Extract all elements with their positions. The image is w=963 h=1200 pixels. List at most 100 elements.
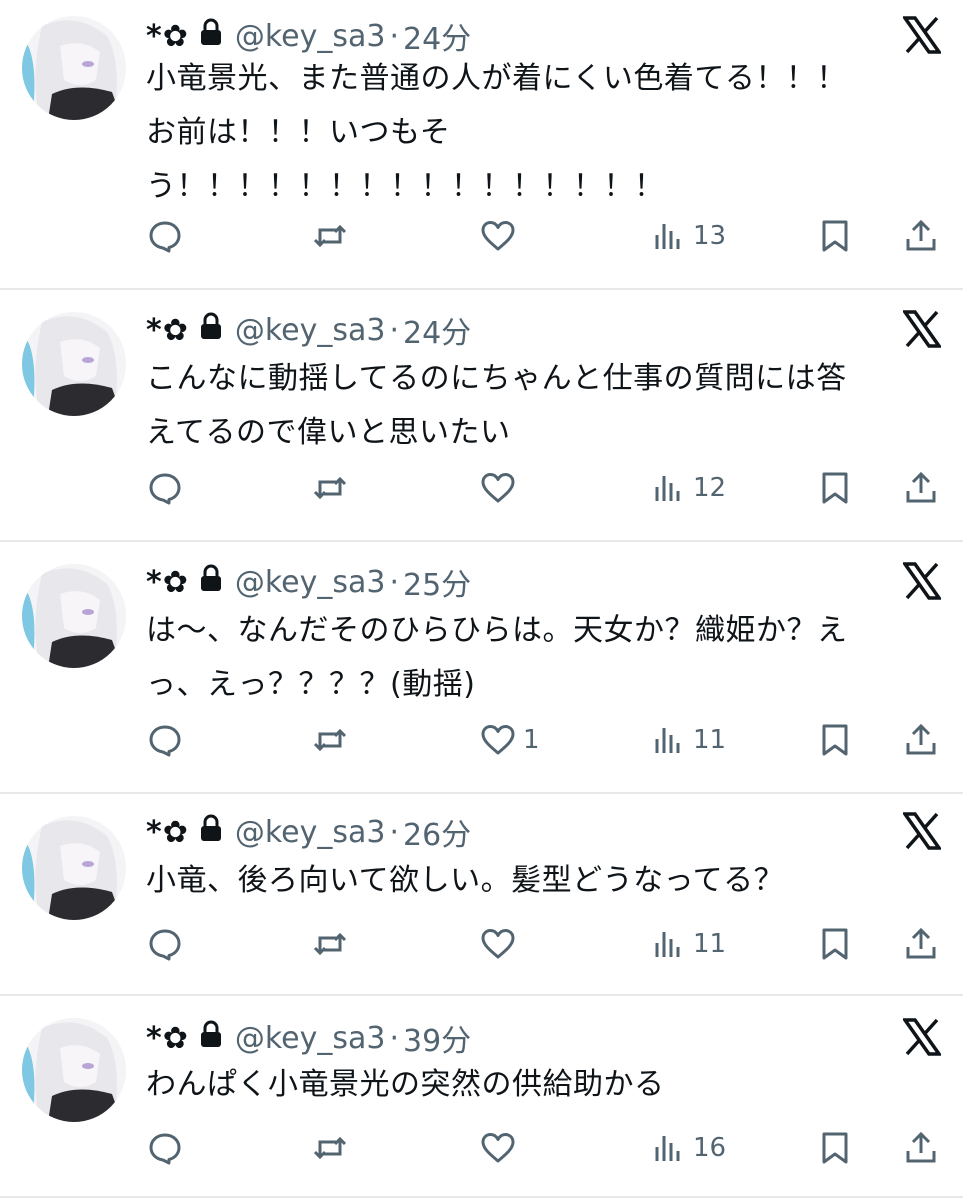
heart-icon bbox=[481, 725, 515, 755]
speech-bubble-icon bbox=[149, 929, 181, 961]
lock-icon bbox=[199, 312, 223, 348]
like-button[interactable] bbox=[479, 466, 523, 510]
avatar-image bbox=[22, 1018, 126, 1122]
heart-icon bbox=[481, 473, 515, 503]
bookmark-icon bbox=[822, 472, 848, 504]
avatar[interactable] bbox=[22, 1018, 126, 1122]
share-button[interactable] bbox=[902, 922, 940, 966]
tweet-text-line: わんぱく小竜景光の突然の供給助かる bbox=[146, 1067, 665, 1102]
views-button[interactable]: 11 bbox=[649, 718, 726, 762]
avatar[interactable] bbox=[22, 312, 126, 416]
x-logo-icon[interactable] bbox=[901, 1018, 943, 1056]
bookmark-icon bbox=[822, 220, 848, 252]
bookmark-icon bbox=[822, 928, 848, 960]
user-handle[interactable]: @key_sa3 bbox=[235, 19, 386, 54]
display-name[interactable]: *✿ bbox=[146, 19, 189, 54]
tweet-text-line: う！！！！！！！！！！！！！！！！ bbox=[146, 169, 665, 204]
speech-bubble-icon bbox=[149, 1133, 181, 1165]
tweet-text-line: 小竜、後ろ向いて欲しい。髪型どうなってる？ bbox=[146, 863, 785, 898]
like-button[interactable] bbox=[479, 214, 523, 258]
retweet-icon bbox=[313, 224, 347, 248]
speech-bubble-icon bbox=[149, 725, 181, 757]
tweet-text-line: っ、えっ？？？？(動揺) bbox=[146, 667, 476, 702]
avatar-image bbox=[22, 16, 126, 120]
tweet[interactable]: *✿ @key_sa3 · 25分 は〜、なんだそのひらひらは。天女か？織姫か？… bbox=[0, 542, 963, 794]
timestamp[interactable]: 25分 bbox=[403, 560, 471, 604]
display-name[interactable]: *✿ bbox=[146, 313, 189, 348]
retweet-button[interactable] bbox=[311, 466, 349, 510]
reply-button[interactable] bbox=[146, 466, 184, 510]
retweet-icon bbox=[313, 1136, 347, 1160]
display-name[interactable]: *✿ bbox=[146, 815, 189, 850]
views-button[interactable]: 16 bbox=[649, 1126, 726, 1170]
user-handle[interactable]: @key_sa3 bbox=[235, 815, 386, 850]
action-bar: 1 11 bbox=[146, 718, 943, 762]
lock-icon bbox=[199, 814, 223, 850]
view-count: 12 bbox=[693, 473, 727, 503]
x-logo-icon[interactable] bbox=[901, 16, 943, 54]
bar-chart-icon bbox=[655, 224, 680, 249]
user-handle[interactable]: @key_sa3 bbox=[235, 565, 386, 600]
x-logo-icon[interactable] bbox=[901, 812, 943, 850]
bookmark-button[interactable] bbox=[816, 214, 854, 258]
tweet-text: わんぱく小竜景光の突然の供給助かる bbox=[146, 1058, 936, 1112]
share-icon bbox=[906, 219, 936, 251]
timestamp[interactable]: 39分 bbox=[403, 1016, 471, 1060]
reply-button[interactable] bbox=[146, 922, 184, 966]
retweet-button[interactable] bbox=[311, 214, 349, 258]
retweet-icon bbox=[313, 476, 347, 500]
x-logo-icon[interactable] bbox=[901, 310, 943, 348]
like-button[interactable] bbox=[479, 922, 523, 966]
share-icon bbox=[906, 1131, 936, 1163]
retweet-icon bbox=[313, 728, 347, 752]
share-button[interactable] bbox=[902, 466, 940, 510]
bookmark-button[interactable] bbox=[816, 466, 854, 510]
avatar-image bbox=[22, 816, 126, 920]
like-button[interactable]: 1 bbox=[479, 718, 540, 762]
avatar[interactable] bbox=[22, 816, 126, 920]
display-name[interactable]: *✿ bbox=[146, 565, 189, 600]
tweet[interactable]: *✿ @key_sa3 · 24分 小竜景光、また普通の人が着にくい色着てる！！… bbox=[0, 0, 963, 290]
bookmark-button[interactable] bbox=[816, 1126, 854, 1170]
timestamp[interactable]: 26分 bbox=[403, 810, 471, 854]
tweet-text: 小竜景光、また普通の人が着にくい色着てる！！！ お前は！！！いつもそ う！！！！… bbox=[146, 52, 936, 214]
display-name[interactable]: *✿ bbox=[146, 1021, 189, 1056]
bookmark-button[interactable] bbox=[816, 922, 854, 966]
heart-icon bbox=[481, 1133, 515, 1163]
like-button[interactable] bbox=[479, 1126, 523, 1170]
bar-chart-icon bbox=[655, 1136, 680, 1161]
retweet-button[interactable] bbox=[311, 1126, 349, 1170]
tweet-text: 小竜、後ろ向いて欲しい。髪型どうなってる？ bbox=[146, 854, 936, 908]
view-count: 11 bbox=[693, 725, 727, 755]
separator-dot: · bbox=[389, 18, 399, 54]
timestamp[interactable]: 24分 bbox=[403, 308, 471, 352]
retweet-button[interactable] bbox=[311, 718, 349, 762]
tweet[interactable]: *✿ @key_sa3 · 24分 こんなに動揺してるのにちゃんと仕事の質問には… bbox=[0, 290, 963, 542]
view-count: 13 bbox=[693, 221, 727, 251]
avatar-image bbox=[22, 312, 126, 416]
views-button[interactable]: 11 bbox=[649, 922, 726, 966]
tweet-text-line: は〜、なんだそのひらひらは。天女か？織姫か？え bbox=[146, 613, 848, 648]
bookmark-button[interactable] bbox=[816, 718, 854, 762]
tweet-text: は〜、なんだそのひらひらは。天女か？織姫か？え っ、えっ？？？？(動揺) bbox=[146, 604, 936, 712]
retweet-button[interactable] bbox=[311, 922, 349, 966]
user-handle[interactable]: @key_sa3 bbox=[235, 313, 386, 348]
reply-button[interactable] bbox=[146, 718, 184, 762]
reply-button[interactable] bbox=[146, 214, 184, 258]
share-button[interactable] bbox=[902, 1126, 940, 1170]
views-button[interactable]: 12 bbox=[649, 466, 726, 510]
avatar-image bbox=[22, 564, 126, 668]
tweet[interactable]: *✿ @key_sa3 · 26分 小竜、後ろ向いて欲しい。髪型どうなってる？ … bbox=[0, 794, 963, 996]
avatar[interactable] bbox=[22, 564, 126, 668]
share-button[interactable] bbox=[902, 214, 940, 258]
views-button[interactable]: 13 bbox=[649, 214, 726, 258]
x-logo-icon[interactable] bbox=[901, 562, 943, 600]
avatar[interactable] bbox=[22, 16, 126, 120]
heart-icon bbox=[481, 221, 515, 251]
lock-icon bbox=[199, 1020, 223, 1056]
action-bar: 16 bbox=[146, 1126, 943, 1170]
user-handle[interactable]: @key_sa3 bbox=[235, 1021, 386, 1056]
tweet[interactable]: *✿ @key_sa3 · 39分 わんぱく小竜景光の突然の供給助かる 16 bbox=[0, 996, 963, 1198]
share-button[interactable] bbox=[902, 718, 940, 762]
reply-button[interactable] bbox=[146, 1126, 184, 1170]
